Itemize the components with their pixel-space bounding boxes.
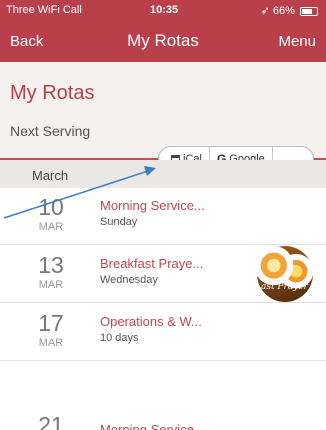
annotation-arrow-icon: [3, 166, 156, 219]
